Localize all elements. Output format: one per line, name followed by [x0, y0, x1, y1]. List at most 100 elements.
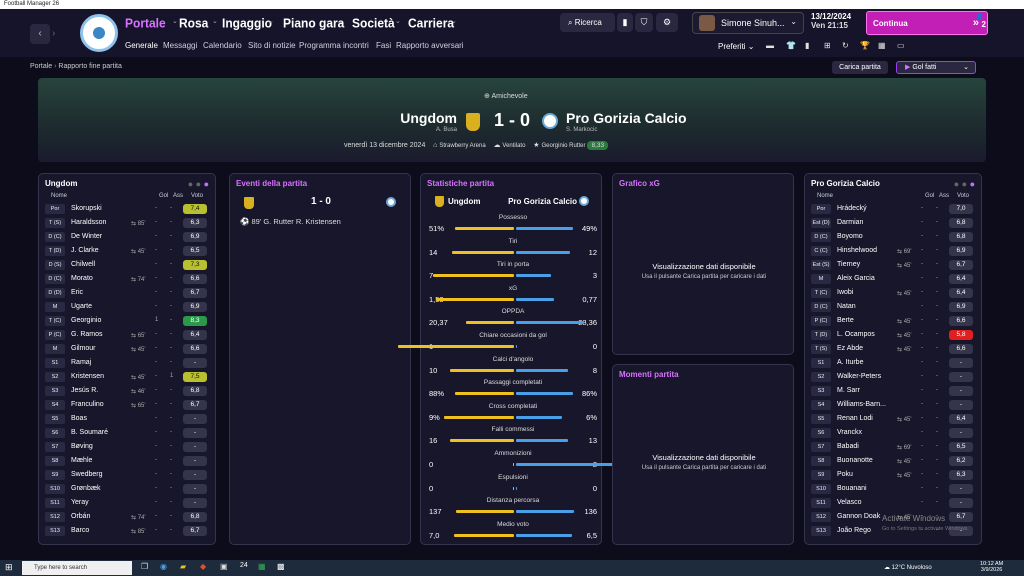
search-button[interactable]: ⌕ Ricerca — [560, 13, 615, 32]
player-row[interactable]: S1 A. Iturbe - - - — [809, 357, 973, 370]
player-name[interactable]: Berte — [837, 317, 854, 324]
player-row[interactable]: S11 Yeray - - - — [43, 497, 207, 510]
player-name[interactable]: Gilmour — [71, 345, 96, 352]
player-row[interactable]: S6 Vranckx - - - — [809, 427, 973, 440]
player-name[interactable]: Skorupski — [71, 205, 102, 212]
player-name[interactable]: Swedberg — [71, 471, 103, 478]
preferiti-dropdown[interactable]: Preferiti ⌄ — [718, 42, 755, 51]
player-row[interactable]: D (C) Natan - - 6,9 — [809, 301, 973, 314]
goals-dropdown[interactable]: ▶ Gol fatti ⌄ — [896, 61, 976, 74]
view-toggle[interactable]: ● ● ● — [954, 179, 975, 189]
col-assists[interactable]: Ass — [939, 193, 949, 199]
player-row[interactable]: S4 Williams-Barn... - - - — [809, 399, 973, 412]
weather-widget[interactable]: ☁ 12°C Nuvoloso — [884, 564, 932, 571]
player-row[interactable]: S3 Jesús R. ⇆ 46' - - 6,8 — [43, 385, 207, 398]
club-logo[interactable] — [80, 14, 118, 52]
player-name[interactable]: Jesús R. — [71, 387, 98, 394]
player-row[interactable]: S10 Grønbæk - - - — [43, 483, 207, 496]
task-view-icon[interactable]: ❐ — [141, 562, 148, 571]
player-name[interactable]: Boyomo — [837, 233, 863, 240]
notes-button[interactable]: ▮ — [617, 13, 633, 32]
menu-carriera[interactable]: Carriera — [408, 15, 454, 30]
player-name[interactable]: Ramaj — [71, 359, 91, 366]
player-row[interactable]: S9 Poku ⇆ 45' - - 6,3 — [809, 469, 973, 482]
player-name[interactable]: Kristensen — [71, 373, 104, 380]
player-row[interactable]: S2 Kristensen ⇆ 45' - 1 7,5 — [43, 371, 207, 384]
submenu-calendario[interactable]: Calendario — [203, 41, 242, 50]
edge-icon[interactable]: ◉ — [160, 562, 167, 571]
menu-societa[interactable]: Società — [352, 15, 395, 30]
player-row[interactable]: P (C) Berte ⇆ 45' - - 6,6 — [809, 315, 973, 328]
player-row[interactable]: T (C) Iwobi ⇆ 45' - - 6,4 — [809, 287, 973, 300]
player-name[interactable]: Orbán — [71, 513, 90, 520]
shirt-icon[interactable]: 👕 — [786, 41, 796, 50]
player-row[interactable]: S12 Orbán ⇆ 74' - - 6,8 — [43, 511, 207, 524]
player-row[interactable]: Por Hrádecký - - 7,0 — [809, 203, 973, 216]
player-row[interactable]: M Gilmour ⇆ 45' - - 6,6 — [43, 343, 207, 356]
app-icon[interactable]: ▣ — [220, 562, 228, 571]
breadcrumb-home[interactable]: Portale — [30, 63, 52, 70]
col-goals[interactable]: Gol — [159, 193, 168, 199]
player-row[interactable]: D (C) De Winter - - 6,9 — [43, 231, 207, 244]
col-rating[interactable]: Voto — [191, 193, 203, 199]
chat-icon[interactable]: ▬ — [766, 41, 774, 50]
player-name[interactable]: Haraldsson — [71, 219, 106, 226]
taskbar-search[interactable]: Type here to search — [22, 561, 132, 575]
player-row[interactable]: T (S) Haraldsson ⇆ 85' - - 6,3 — [43, 217, 207, 230]
fm-icon[interactable]: 24 — [240, 562, 248, 569]
fm26-icon[interactable]: ▩ — [277, 562, 285, 571]
player-row[interactable]: S11 Velasco - - - — [809, 497, 973, 510]
player-name[interactable]: Morato — [71, 275, 93, 282]
player-name[interactable]: Babadi — [837, 443, 859, 450]
player-name[interactable]: Iwobi — [837, 289, 853, 296]
player-row[interactable]: M Aleix Garcia - - 6,4 — [809, 273, 973, 286]
player-name[interactable]: Tierney — [837, 261, 860, 268]
player-name[interactable]: Franculino — [71, 401, 104, 408]
player-row[interactable]: D (S) Chilwell - - 7,3 — [43, 259, 207, 272]
col-rating[interactable]: Voto — [957, 193, 969, 199]
player-row[interactable]: S6 B. Soumaré - - - — [43, 427, 207, 440]
col-name[interactable]: Nome — [817, 193, 833, 199]
player-name[interactable]: Yeray — [71, 499, 89, 506]
player-row[interactable]: D (C) Boyomo - - 6,8 — [809, 231, 973, 244]
player-name[interactable]: Aleix Garcia — [837, 275, 875, 282]
tactics-icon[interactable]: ⊞ — [824, 41, 831, 50]
excel-icon[interactable]: ▦ — [258, 562, 266, 571]
player-row[interactable]: M Ugarte - - 6,9 — [43, 301, 207, 314]
player-name[interactable]: Darmian — [837, 219, 863, 226]
player-name[interactable]: Hinshelwood — [837, 247, 877, 254]
submenu-fasi[interactable]: Fasi — [376, 41, 391, 50]
player-row[interactable]: D (C) Morato ⇆ 74' - - 6,6 — [43, 273, 207, 286]
submenu-generale[interactable]: Generale — [125, 41, 158, 50]
menu-piano-gara[interactable]: Piano gara — [283, 15, 344, 30]
submenu-programma-incontri[interactable]: Programma incontri — [299, 41, 369, 50]
club-button[interactable]: ⛉ — [635, 13, 653, 32]
submenu-rapporto-avversari[interactable]: Rapporto avversari — [396, 41, 464, 50]
player-row[interactable]: S8 Mæhle - - - — [43, 455, 207, 468]
trophy-icon[interactable]: 🏆 — [860, 41, 870, 50]
player-row[interactable]: S1 Ramaj - - - — [43, 357, 207, 370]
player-name[interactable]: Barco — [71, 527, 89, 534]
player-row[interactable]: S7 Bøving - - - — [43, 441, 207, 454]
player-row[interactable]: Est (D) Darmian - - 6,8 — [809, 217, 973, 230]
player-row[interactable]: Por Skorupski - - 7,4 — [43, 203, 207, 216]
menu-rosa[interactable]: Rosa — [179, 15, 208, 30]
player-row[interactable]: S9 Swedberg - - - — [43, 469, 207, 482]
submenu-sito-notizie[interactable]: Sito di notizie — [248, 41, 296, 50]
player-row[interactable]: S10 Bouanani - - - — [809, 483, 973, 496]
player-name[interactable]: Hrádecký — [837, 205, 867, 212]
home-manager[interactable]: A. Busa — [380, 127, 457, 133]
submenu-messaggi[interactable]: Messaggi — [163, 41, 197, 50]
player-name[interactable]: Ugarte — [71, 303, 92, 310]
menu-portale[interactable]: Portale — [125, 15, 166, 30]
refresh-icon[interactable]: ↻ — [842, 41, 849, 50]
continue-button[interactable]: Continua » 👤 2 — [866, 11, 988, 35]
player-row[interactable]: T (C) Georginio 1 - 8,3 — [43, 315, 207, 328]
player-name[interactable]: Vranckx — [837, 429, 862, 436]
player-name[interactable]: Eric — [71, 289, 83, 296]
document-icon[interactable]: ▮ — [805, 41, 809, 50]
player-name[interactable]: João Rego — [837, 527, 871, 534]
player-name[interactable]: L. Ocampos — [837, 331, 875, 338]
player-name[interactable]: Natan — [837, 303, 856, 310]
col-name[interactable]: Nome — [51, 193, 67, 199]
